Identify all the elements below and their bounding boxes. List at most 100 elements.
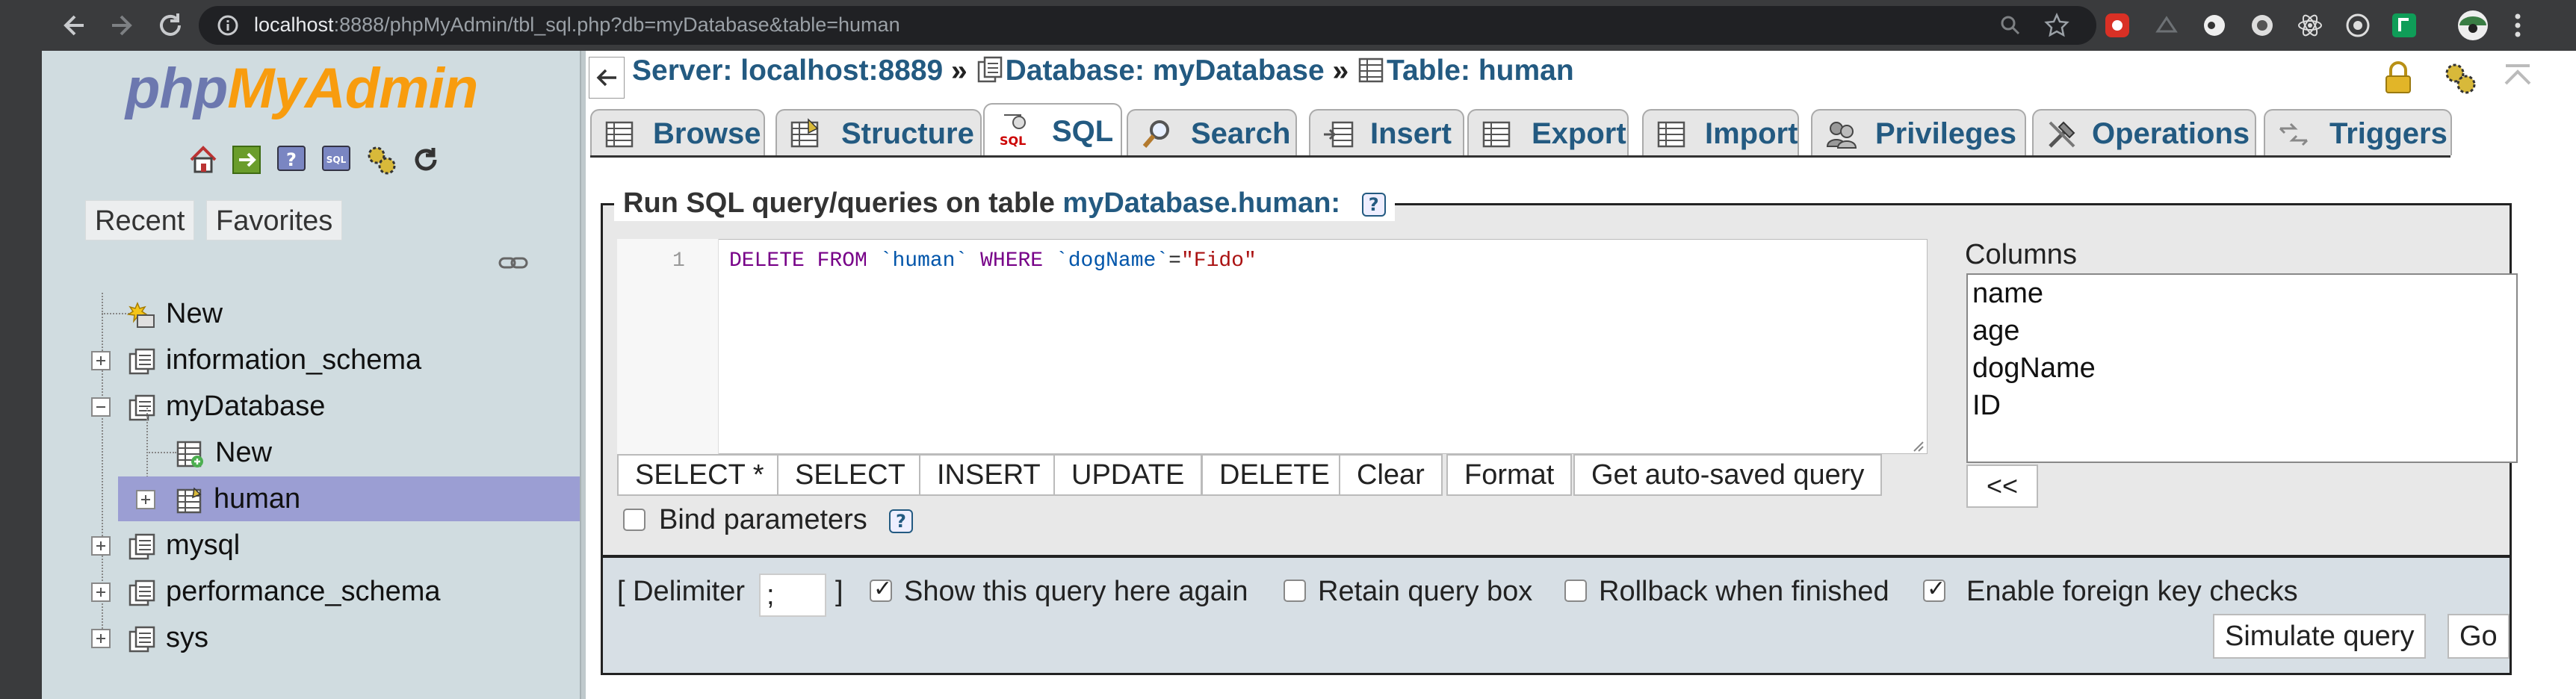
logout-icon[interactable]	[230, 143, 263, 176]
column-option[interactable]: name	[1972, 275, 2043, 312]
new-table-icon	[175, 439, 205, 469]
tab-browse[interactable]: Browse	[590, 109, 765, 155]
phpmyadmin-logo[interactable]: phpMyAdmin	[126, 55, 478, 122]
column-option[interactable]: dogName	[1972, 350, 2096, 387]
tree-item-performance-schema[interactable]: performance_schema	[90, 569, 575, 614]
tab-label: Triggers	[2329, 117, 2447, 150]
react-devtools-icon[interactable]	[2297, 12, 2323, 39]
expand-icon[interactable]	[91, 536, 111, 556]
tab-favorites[interactable]: Favorites	[206, 200, 343, 240]
column-option[interactable]: age	[1972, 312, 2019, 350]
tree-item-human[interactable]: human	[118, 476, 580, 521]
delete-button[interactable]: DELETE	[1201, 454, 1348, 496]
update-button[interactable]: UPDATE	[1053, 454, 1203, 496]
extension-circle-icon[interactable]	[2201, 12, 2228, 39]
extension-grey-icon[interactable]	[2153, 12, 2180, 39]
browser-menu-icon[interactable]	[2510, 10, 2525, 40]
legend-table-link[interactable]: myDatabase.human:	[1062, 187, 1340, 219]
column-option[interactable]: ID	[1972, 387, 2001, 424]
table-icon	[1357, 55, 1387, 84]
tab-import[interactable]: Import	[1642, 109, 1799, 155]
tab-label: Privileges	[1875, 117, 2017, 150]
expand-icon[interactable]	[136, 490, 155, 509]
tab-privileges[interactable]: Privileges	[1811, 109, 2026, 155]
foreign-key-checks-checkbox[interactable]	[1923, 576, 1945, 602]
editor-gutter	[617, 239, 719, 454]
collapse-navigation-button[interactable]	[589, 57, 625, 99]
scroll-top-icon[interactable]	[2500, 60, 2536, 96]
settings-gear-icon[interactable]	[2442, 60, 2477, 96]
insert-button[interactable]: INSERT	[919, 454, 1059, 496]
back-icon[interactable]	[57, 7, 93, 43]
show-query-label[interactable]: Show this query here again	[904, 571, 1248, 612]
select-star-button[interactable]: SELECT *	[617, 454, 782, 496]
reload-icon[interactable]	[152, 7, 188, 43]
collapse-icon[interactable]	[91, 397, 111, 417]
sql-docs-icon[interactable]: SQL	[320, 143, 353, 176]
tree-item-mysql[interactable]: mysql	[90, 523, 575, 568]
clear-button[interactable]: Clear	[1339, 454, 1443, 496]
tree-item-information-schema[interactable]: information_schema	[90, 338, 575, 382]
simulate-query-button[interactable]: Simulate query	[2213, 614, 2427, 659]
tab-search[interactable]: Search	[1127, 109, 1297, 155]
forward-icon[interactable]	[103, 7, 139, 43]
show-query-checkbox[interactable]	[870, 576, 892, 602]
bind-parameters-label[interactable]: Bind parameters	[659, 500, 867, 539]
help-icon[interactable]: ?	[889, 509, 913, 533]
breadcrumb-table[interactable]: Table: human	[1387, 55, 1574, 87]
url-text[interactable]: localhost:8888/phpMyAdmin/tbl_sql.php?db…	[254, 10, 900, 40]
profile-avatar-icon[interactable]	[2456, 9, 2489, 42]
expand-icon[interactable]	[91, 582, 111, 602]
sql-code[interactable]: DELETE FROM `human` WHERE `dogName`="Fid…	[729, 248, 1257, 275]
expand-icon[interactable]	[91, 351, 111, 370]
tab-sql[interactable]: SQL SQL	[983, 103, 1122, 157]
tab-operations[interactable]: Operations	[2032, 109, 2256, 155]
tree-item-new-database[interactable]: New	[90, 291, 575, 336]
star-icon[interactable]	[2044, 13, 2069, 38]
breadcrumb-separator: »	[951, 55, 967, 87]
tab-underline	[590, 155, 2450, 158]
rollback-label[interactable]: Rollback when finished	[1599, 571, 1889, 612]
rollback-checkbox[interactable]	[1564, 580, 1587, 602]
code-keyword: DELETE FROM	[729, 249, 867, 273]
columns-label: Columns	[1965, 239, 2077, 270]
tree-item-mydatabase[interactable]: myDatabase	[90, 384, 575, 429]
tab-insert[interactable]: Insert	[1309, 109, 1464, 155]
breadcrumb-server[interactable]: Server: localhost:8889	[632, 55, 943, 87]
lock-icon[interactable]	[2380, 60, 2416, 96]
tree-item-sys[interactable]: sys	[90, 615, 575, 660]
logo-php: php	[126, 57, 228, 120]
settings-gear-icon[interactable]	[365, 143, 397, 176]
select-button[interactable]: SELECT	[777, 454, 923, 496]
format-button[interactable]: Format	[1446, 454, 1573, 496]
bind-parameters-checkbox[interactable]	[623, 509, 645, 531]
expand-icon[interactable]	[91, 629, 111, 648]
panel-splitter[interactable]	[580, 51, 586, 699]
get-auto-saved-query-button[interactable]: Get auto-saved query	[1573, 454, 1883, 496]
retain-query-box-checkbox[interactable]	[1284, 580, 1306, 602]
breadcrumb-database[interactable]: Database: myDatabase	[1006, 55, 1325, 87]
extension-ring-icon[interactable]	[2249, 12, 2276, 39]
link-with-main-panel-icon[interactable]	[498, 254, 529, 272]
extension-target-icon[interactable]	[2344, 12, 2371, 39]
extension-green-icon[interactable]	[2391, 12, 2418, 39]
foreign-key-checks-label[interactable]: Enable foreign key checks	[1966, 571, 2298, 612]
tab-export[interactable]: Export	[1467, 109, 1629, 155]
tab-triggers[interactable]: Triggers	[2264, 109, 2452, 155]
retain-query-box-label[interactable]: Retain query box	[1318, 571, 1532, 612]
help-icon[interactable]: ?	[1361, 193, 1386, 217]
insert-column-button[interactable]: <<	[1966, 465, 2038, 508]
delimiter-input[interactable]: ;	[759, 574, 826, 617]
info-icon[interactable]	[217, 14, 239, 37]
extension-red-icon[interactable]	[2104, 12, 2131, 39]
tab-recent[interactable]: Recent	[85, 200, 195, 240]
home-icon[interactable]	[187, 143, 220, 176]
tree-item-new-table[interactable]: New	[134, 430, 575, 475]
resize-handle-icon[interactable]	[1913, 441, 1925, 453]
tab-structure[interactable]: Structure	[775, 109, 982, 155]
zoom-icon[interactable]	[1999, 14, 2022, 37]
reload-navigation-icon[interactable]	[409, 143, 442, 176]
delimiter-open-label: [ Delimiter	[617, 576, 746, 607]
go-button[interactable]: Go	[2447, 614, 2510, 659]
docs-icon[interactable]: ?	[275, 143, 308, 176]
